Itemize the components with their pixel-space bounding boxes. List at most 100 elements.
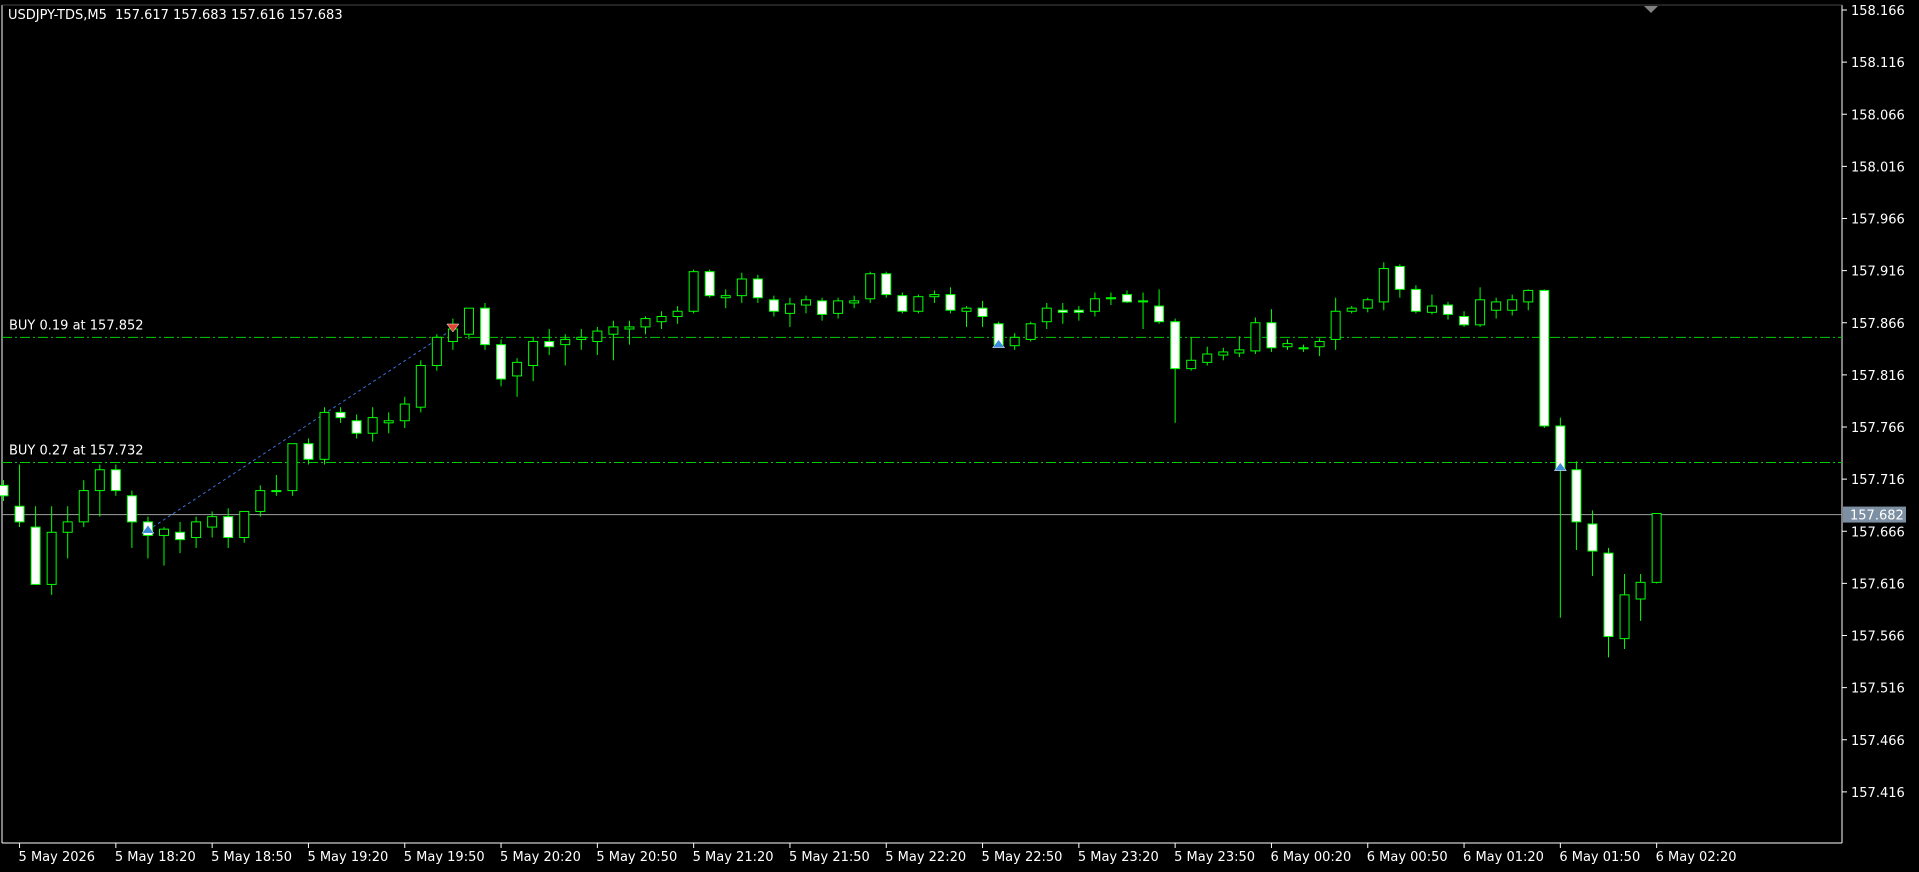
candle-body[interactable]: [656, 315, 667, 323]
candle-body[interactable]: [913, 296, 924, 312]
candle-body[interactable]: [833, 300, 844, 314]
candle-body[interactable]: [30, 526, 41, 585]
candle-body[interactable]: [768, 299, 779, 312]
candle-body[interactable]: [1571, 469, 1582, 523]
candle-body[interactable]: [271, 490, 282, 493]
price-chart[interactable]: USDJPY-TDS,M5 157.617 157.683 157.616 15…: [0, 0, 1919, 872]
candle-body[interactable]: [736, 278, 747, 297]
candle-body[interactable]: [881, 273, 892, 296]
candle-body[interactable]: [1073, 309, 1084, 313]
candle-body[interactable]: [0, 484, 9, 497]
candle-body[interactable]: [784, 303, 795, 314]
candle-body[interactable]: [544, 341, 555, 348]
candle-body[interactable]: [1539, 289, 1550, 427]
candle-body[interactable]: [1250, 322, 1261, 352]
candle-body[interactable]: [801, 299, 811, 306]
candle-body[interactable]: [688, 271, 699, 312]
candle-body[interactable]: [897, 295, 908, 312]
candle-body[interactable]: [1057, 309, 1068, 313]
candle-body[interactable]: [78, 490, 89, 523]
candle-body[interactable]: [287, 443, 298, 492]
candle-body[interactable]: [1218, 351, 1229, 356]
candle-body[interactable]: [207, 516, 218, 528]
candle-body[interactable]: [977, 307, 988, 317]
candle-body[interactable]: [319, 411, 330, 460]
candle-body[interactable]: [1186, 359, 1197, 370]
candle-body[interactable]: [624, 326, 635, 330]
candle-body[interactable]: [528, 341, 539, 366]
candle-body[interactable]: [463, 307, 474, 335]
candle-body[interactable]: [126, 495, 137, 523]
candle-body[interactable]: [704, 271, 715, 297]
candle-body[interactable]: [1635, 581, 1646, 600]
candle-body[interactable]: [367, 417, 378, 434]
candle-body[interactable]: [1282, 343, 1293, 348]
candle-body[interactable]: [560, 338, 571, 346]
candle-body[interactable]: [175, 531, 186, 541]
candle-body[interactable]: [496, 344, 507, 380]
candle-body[interactable]: [1154, 305, 1165, 323]
candle-body[interactable]: [191, 521, 202, 539]
candle-body[interactable]: [1202, 353, 1213, 363]
chart-canvas[interactable]: 158.166 158.116 158.066 158.016 157.966 157.9…: [0, 0, 1919, 872]
candle-body[interactable]: [431, 336, 442, 366]
candle-body[interactable]: [1041, 307, 1052, 323]
candle-body[interactable]: [415, 364, 426, 408]
candle-body[interactable]: [1603, 552, 1614, 638]
candle-body[interactable]: [1443, 304, 1453, 315]
candle-body[interactable]: [1089, 298, 1100, 312]
candle-body[interactable]: [159, 528, 169, 536]
candle-body[interactable]: [1314, 341, 1325, 348]
candle-body[interactable]: [1234, 349, 1245, 354]
candle-body[interactable]: [383, 420, 394, 424]
candle-body[interactable]: [608, 326, 619, 335]
candle-body[interactable]: [1459, 315, 1470, 326]
candle-body[interactable]: [1298, 347, 1309, 350]
candle-body[interactable]: [335, 411, 346, 419]
candle-body[interactable]: [239, 510, 250, 539]
candle-body[interactable]: [1426, 305, 1437, 313]
candle-body[interactable]: [14, 505, 25, 523]
candle-body[interactable]: [961, 307, 972, 312]
candle-body[interactable]: [1025, 323, 1036, 340]
candle-body[interactable]: [512, 361, 523, 377]
candle-body[interactable]: [399, 403, 410, 422]
candle-body[interactable]: [1266, 322, 1277, 349]
candle-body[interactable]: [480, 307, 490, 346]
candle-body[interactable]: [817, 300, 828, 315]
candle-body[interactable]: [1410, 288, 1421, 312]
candle-body[interactable]: [1138, 300, 1149, 303]
candle-body[interactable]: [640, 318, 651, 328]
candle-body[interactable]: [1122, 294, 1132, 303]
candle-body[interactable]: [1346, 307, 1357, 312]
candle-body[interactable]: [672, 310, 683, 317]
candle-body[interactable]: [1330, 310, 1341, 340]
candle-body[interactable]: [1170, 321, 1181, 370]
candle-body[interactable]: [1475, 299, 1486, 326]
candle-body[interactable]: [1491, 301, 1502, 311]
candle-body[interactable]: [1362, 299, 1373, 309]
candle-body[interactable]: [1651, 513, 1662, 583]
candle-body[interactable]: [1587, 523, 1598, 552]
candle-body[interactable]: [1619, 594, 1630, 640]
candle-body[interactable]: [865, 273, 876, 300]
candle-body[interactable]: [592, 330, 603, 343]
candle-body[interactable]: [46, 531, 57, 585]
candle-body[interactable]: [1009, 336, 1020, 347]
candle-body[interactable]: [849, 300, 860, 304]
candle-body[interactable]: [1507, 299, 1518, 311]
candle-body[interactable]: [945, 294, 956, 311]
candle-body[interactable]: [94, 469, 105, 492]
candle-body[interactable]: [255, 490, 266, 512]
candle-body[interactable]: [303, 443, 314, 460]
chart-shift-icon[interactable]: [1644, 6, 1658, 13]
candle-body[interactable]: [62, 521, 73, 533]
candle-body[interactable]: [110, 469, 121, 492]
candle-body[interactable]: [351, 420, 362, 434]
candle-body[interactable]: [929, 294, 940, 298]
candle-body[interactable]: [1378, 268, 1389, 303]
candle-body[interactable]: [752, 278, 763, 299]
candle-body[interactable]: [1523, 289, 1534, 303]
candle-body[interactable]: [223, 516, 234, 539]
candle-body[interactable]: [1105, 297, 1116, 300]
